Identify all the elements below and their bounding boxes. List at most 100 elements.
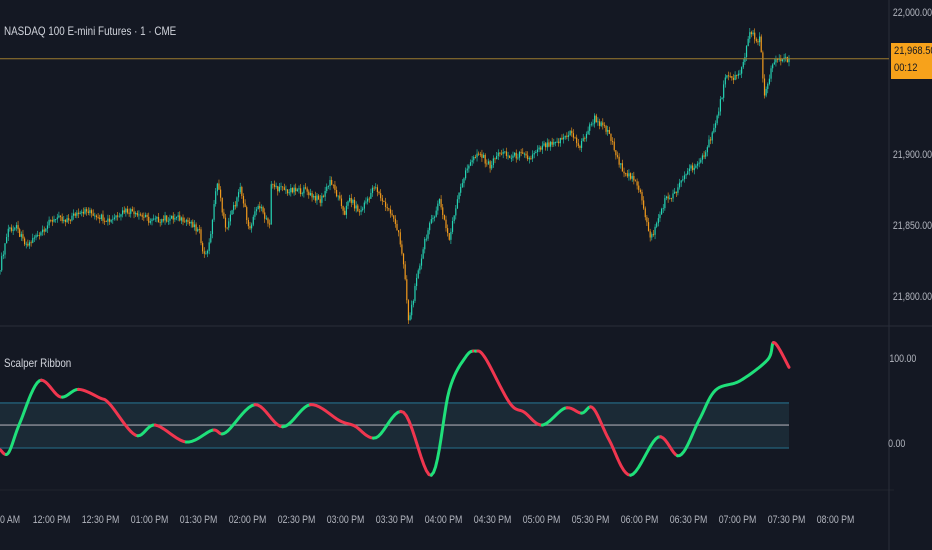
candle <box>598 118 601 130</box>
candle <box>298 185 300 194</box>
time-axis-label: 05:00 PM <box>522 514 561 526</box>
candle <box>607 125 609 136</box>
candle <box>727 71 730 81</box>
candle <box>197 227 199 233</box>
candle-body <box>747 38 749 47</box>
candle <box>171 215 173 220</box>
candle-body <box>469 162 472 166</box>
candle-body <box>416 277 418 287</box>
candle <box>360 205 362 216</box>
oscillator-axis-label: 0.00 <box>888 438 906 450</box>
time-axis-label: 01:00 PM <box>130 514 169 526</box>
candle-body <box>175 216 178 218</box>
candle-body <box>84 209 86 214</box>
candle-body <box>481 154 483 158</box>
last-price-value: 21,968.50 <box>894 45 932 57</box>
candle <box>750 30 753 38</box>
candle <box>362 206 364 212</box>
candle <box>559 137 561 147</box>
candle-body <box>754 32 756 40</box>
oscillator-rising-segment <box>60 387 80 399</box>
candle-body <box>772 64 774 69</box>
candle <box>6 233 8 244</box>
candle <box>335 186 338 198</box>
candle <box>174 214 176 223</box>
candle <box>680 180 682 187</box>
candle <box>15 222 18 232</box>
candle <box>523 152 525 158</box>
candle-body <box>215 191 217 205</box>
candle-body <box>148 216 150 223</box>
candle <box>326 183 328 194</box>
candle-body <box>505 151 508 156</box>
candle <box>87 207 89 216</box>
time-axis-label: 07:00 PM <box>718 514 757 526</box>
candle <box>241 185 243 199</box>
candle-body <box>482 154 485 158</box>
candle <box>339 191 341 201</box>
candle <box>244 199 246 208</box>
candle <box>86 207 88 216</box>
candle-body <box>767 84 769 89</box>
time-axis-label: 12:00 PM <box>32 514 71 526</box>
chart-canvas[interactable] <box>0 0 932 550</box>
candle <box>68 214 70 224</box>
candle-body <box>50 219 52 221</box>
candle-body <box>112 218 114 220</box>
candle <box>89 207 91 216</box>
candle-body <box>401 244 403 254</box>
candle-body <box>223 212 225 218</box>
candle <box>556 137 558 144</box>
candle <box>177 212 179 222</box>
candle <box>610 133 612 145</box>
candle-body <box>86 209 88 212</box>
candle-body <box>530 158 532 159</box>
candle-body <box>82 211 84 214</box>
candle-body <box>598 121 601 126</box>
candle <box>7 224 9 241</box>
candle-body <box>303 187 305 194</box>
candle <box>724 74 726 88</box>
candle <box>135 211 137 218</box>
candle <box>647 217 650 232</box>
candle-body <box>324 191 326 197</box>
candle-body <box>9 227 11 229</box>
candle-body <box>420 258 423 266</box>
candle-body <box>406 279 408 301</box>
candle-body <box>626 173 628 177</box>
candle <box>695 164 697 169</box>
candle <box>703 151 705 159</box>
candle-body <box>252 216 254 225</box>
candle <box>553 138 555 147</box>
candle <box>76 210 78 219</box>
candle-body <box>334 184 336 191</box>
candle <box>536 145 539 157</box>
candle <box>442 203 444 220</box>
candle-body <box>229 214 231 222</box>
candle-body <box>280 186 282 188</box>
candle-body <box>254 211 256 217</box>
candle <box>231 209 233 215</box>
candle <box>242 193 245 208</box>
candle-body <box>63 219 65 222</box>
candle-body <box>478 153 480 155</box>
indicator-title[interactable]: Scalper Ribbon <box>4 356 71 370</box>
candle <box>767 82 769 94</box>
candle <box>288 188 290 196</box>
candle <box>407 299 410 325</box>
candle-body <box>125 208 127 213</box>
candle <box>180 216 182 225</box>
candle-body <box>265 218 267 220</box>
candle <box>300 184 302 197</box>
candle <box>399 228 401 248</box>
candle <box>92 209 94 217</box>
candle-body <box>613 141 615 151</box>
symbol-title[interactable]: NASDAQ 100 E-mini Futures · 1 · CME <box>4 24 176 38</box>
candle-body <box>373 187 375 189</box>
candle <box>502 148 504 159</box>
candle <box>754 28 756 44</box>
candle-body <box>517 157 519 159</box>
candle <box>154 215 156 222</box>
candle-body <box>153 218 155 220</box>
time-axis-label: 11:30 AM <box>0 514 21 526</box>
